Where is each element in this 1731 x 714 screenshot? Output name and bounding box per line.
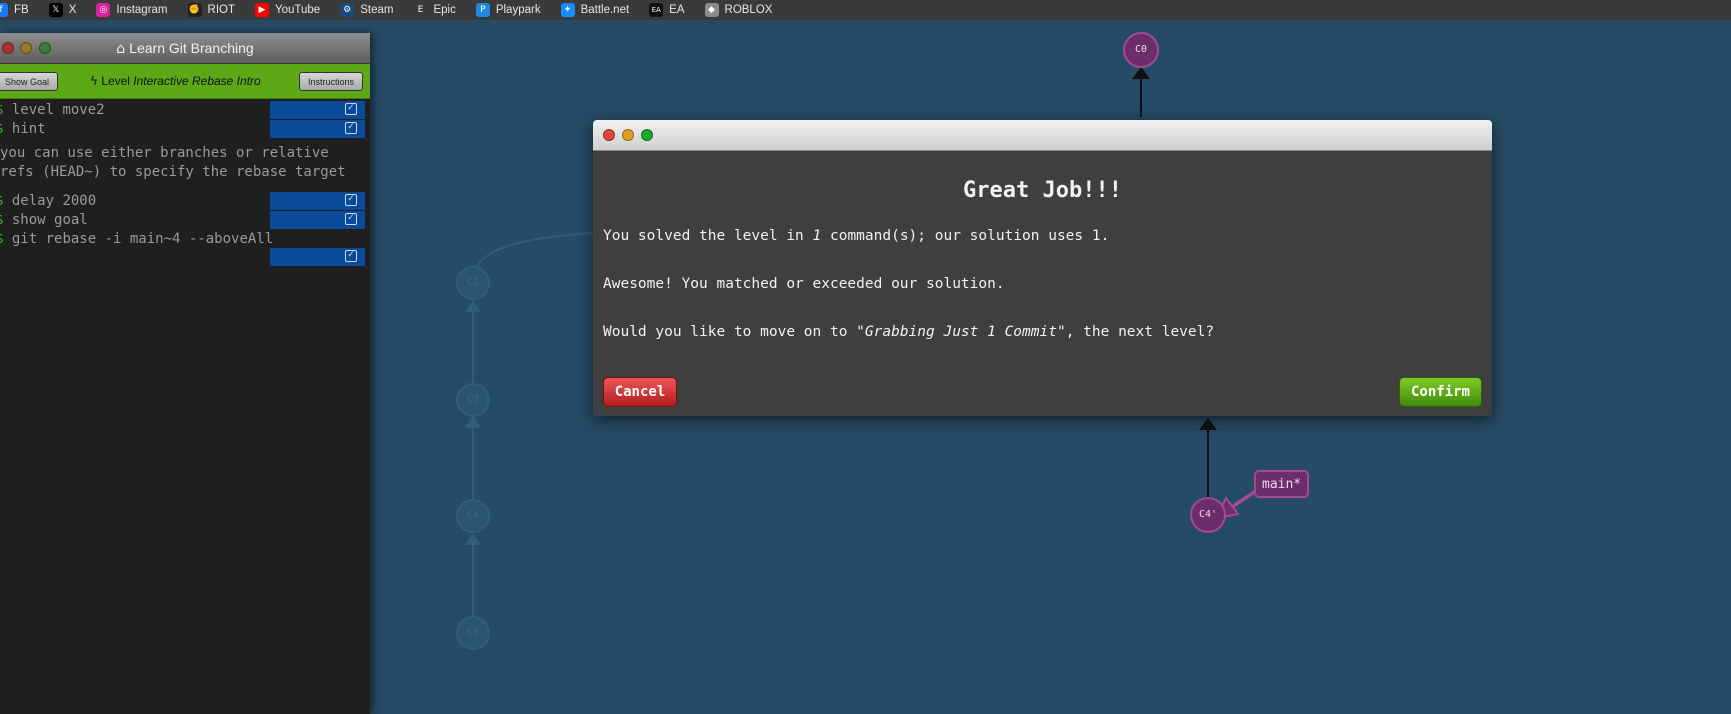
bookmark-label: Playpark bbox=[495, 4, 541, 16]
command-text: hint bbox=[11, 121, 46, 137]
arrow-c0 bbox=[1132, 67, 1150, 79]
bookmark-roblox[interactable]: ◆ ROBLOX bbox=[704, 3, 773, 17]
bookmark-steam[interactable]: ⚙ Steam bbox=[340, 3, 393, 17]
dialog-heading: Great Job!!! bbox=[963, 178, 1122, 203]
commit-node: C2 bbox=[456, 266, 490, 300]
check-icon: ✓ bbox=[345, 250, 357, 262]
bookmarks-bar: f FB 𝕏 X ◎ Instagram ✊ RIOT ▶ YouTube ⚙ … bbox=[0, 0, 1731, 20]
check-icon: ✓ bbox=[345, 103, 357, 115]
minimize-dot[interactable] bbox=[622, 129, 634, 141]
bookmark-riot[interactable]: ✊ RIOT bbox=[187, 3, 235, 17]
bookmark-playpark[interactable]: P Playpark bbox=[475, 3, 541, 17]
bookmark-label: ROBLOX bbox=[724, 4, 773, 16]
command-entry: ✓ $ hint bbox=[0, 120, 365, 138]
terminal-title: ⌂ Learn Git Branching bbox=[116, 40, 254, 57]
confirm-button[interactable]: Confirm bbox=[1399, 377, 1482, 407]
riot-icon: ✊ bbox=[187, 3, 202, 17]
bookmark-label: X bbox=[68, 4, 77, 16]
instagram-icon: ◎ bbox=[96, 3, 111, 17]
hint-line: refs (HEAD~) to specify the rebase targe… bbox=[0, 164, 346, 180]
commit-node: C5 bbox=[456, 616, 490, 650]
commit-node[interactable]: C4' bbox=[1190, 497, 1226, 533]
prompt-symbol: $ bbox=[0, 121, 3, 137]
command-status-bar: ✓ bbox=[270, 248, 365, 266]
facebook-icon: f bbox=[0, 3, 8, 17]
bookmark-instagram[interactable]: ◎ Instagram bbox=[96, 3, 168, 17]
result-message: Awesome! You matched or exceeded our sol… bbox=[603, 276, 1005, 292]
bookmark-x[interactable]: 𝕏 X bbox=[48, 3, 77, 17]
check-icon: ✓ bbox=[345, 213, 357, 225]
bookmark-label: YouTube bbox=[275, 4, 321, 16]
command-text: git rebase -i main~4 --aboveAll bbox=[11, 231, 274, 247]
command-entry: ✓ $ level move2 bbox=[0, 101, 365, 119]
command-entry: ✓ $ delay 2000 bbox=[0, 192, 365, 210]
level-complete-dialog: Great Job!!! You solved the level in 1 c… bbox=[593, 120, 1492, 416]
arrow-c4prime bbox=[1199, 418, 1217, 430]
git-visualization-canvas: C0 C2 C3 C4 C5 C4' main* ⌂ Learn Git Bran… bbox=[0, 20, 1731, 714]
command-status-bar: ✓ bbox=[270, 211, 365, 229]
bookmark-youtube[interactable]: ▶ YouTube bbox=[255, 3, 320, 17]
prompt-symbol: $ bbox=[0, 231, 3, 247]
bookmark-fb[interactable]: f FB bbox=[0, 3, 29, 17]
youtube-icon: ▶ bbox=[255, 3, 269, 17]
terminal-titlebar: ⌂ Learn Git Branching bbox=[0, 33, 370, 64]
bookmark-label: Steam bbox=[360, 4, 394, 16]
edge-faded-c2-curve bbox=[472, 232, 594, 283]
command-status-bar: ✓ bbox=[270, 120, 365, 138]
steam-icon: ⚙ bbox=[340, 3, 355, 17]
prompt-symbol: $ bbox=[0, 212, 3, 228]
command-entry: $ git rebase -i main~4 --aboveAll bbox=[0, 230, 365, 248]
dialog-body: Great Job!!! You solved the level in 1 c… bbox=[593, 151, 1492, 416]
battlenet-icon: ✦ bbox=[560, 3, 575, 17]
bookmark-label: Epic bbox=[433, 4, 456, 16]
epic-icon: E bbox=[413, 3, 428, 17]
check-icon: ✓ bbox=[345, 122, 357, 134]
bolt-icon: ϟ bbox=[90, 74, 98, 88]
next-level-name: "Grabbing Just 1 Commit" bbox=[856, 324, 1066, 340]
commit-node: C4 bbox=[456, 499, 490, 533]
playpark-icon: P bbox=[475, 3, 490, 17]
level-name: Interactive Rebase Intro bbox=[133, 74, 261, 88]
maximize-dot[interactable] bbox=[641, 129, 653, 141]
cancel-button[interactable]: Cancel bbox=[603, 377, 677, 407]
bookmark-label: Instagram bbox=[116, 4, 168, 16]
commit-node[interactable]: C0 bbox=[1123, 32, 1159, 68]
prompt-symbol: $ bbox=[0, 193, 3, 209]
commit-node: C3 bbox=[456, 383, 490, 417]
check-icon: ✓ bbox=[345, 194, 357, 206]
roblox-icon: ◆ bbox=[704, 3, 719, 17]
command-entry: ✓ $ show goal bbox=[0, 211, 365, 229]
bookmark-ea[interactable]: EA EA bbox=[649, 3, 685, 17]
command-status-bar: ✓ bbox=[270, 101, 365, 119]
dialog-titlebar bbox=[593, 120, 1492, 151]
next-level-prompt: Would you like to move on to "Grabbing J… bbox=[603, 324, 1215, 340]
bookmark-label: RIOT bbox=[207, 4, 235, 16]
hint-line: you can use either branches or relative bbox=[0, 145, 329, 161]
solution-summary: You solved the level in 1 command(s); ou… bbox=[603, 228, 1110, 244]
command-status-bar: ✓ bbox=[270, 192, 365, 210]
bookmark-epic[interactable]: E Epic bbox=[413, 3, 456, 17]
instructions-button[interactable]: Instructions bbox=[299, 72, 364, 91]
level-title: ϟ Level Interactive Rebase Intro bbox=[90, 74, 261, 88]
arrow-faded-c4 bbox=[465, 533, 481, 545]
arrow-faded-c3 bbox=[465, 416, 481, 428]
prompt-symbol: $ bbox=[0, 102, 3, 118]
command-text: delay 2000 bbox=[11, 193, 97, 209]
arrow-faded-c2 bbox=[465, 300, 481, 312]
bookmark-label: EA bbox=[669, 4, 685, 16]
level-bar: Show Goal ϟ Level Interactive Rebase Int… bbox=[0, 64, 370, 99]
command-text: level move2 bbox=[11, 102, 105, 118]
show-goal-button[interactable]: Show Goal bbox=[0, 72, 59, 91]
close-dot[interactable] bbox=[603, 129, 615, 141]
x-icon: 𝕏 bbox=[48, 3, 63, 17]
bookmark-label: Battle.net bbox=[580, 4, 630, 16]
terminal-window: ⌂ Learn Git Branching Show Goal ϟ Level I… bbox=[0, 33, 370, 714]
branch-label-main[interactable]: main* bbox=[1254, 470, 1310, 498]
bookmark-label: FB bbox=[14, 4, 29, 16]
ea-icon: EA bbox=[649, 3, 664, 17]
command-text: show goal bbox=[11, 212, 88, 228]
home-icon: ⌂ bbox=[116, 41, 126, 57]
command-entry: ✓ bbox=[0, 248, 365, 266]
bookmark-battlenet[interactable]: ✦ Battle.net bbox=[560, 3, 630, 17]
